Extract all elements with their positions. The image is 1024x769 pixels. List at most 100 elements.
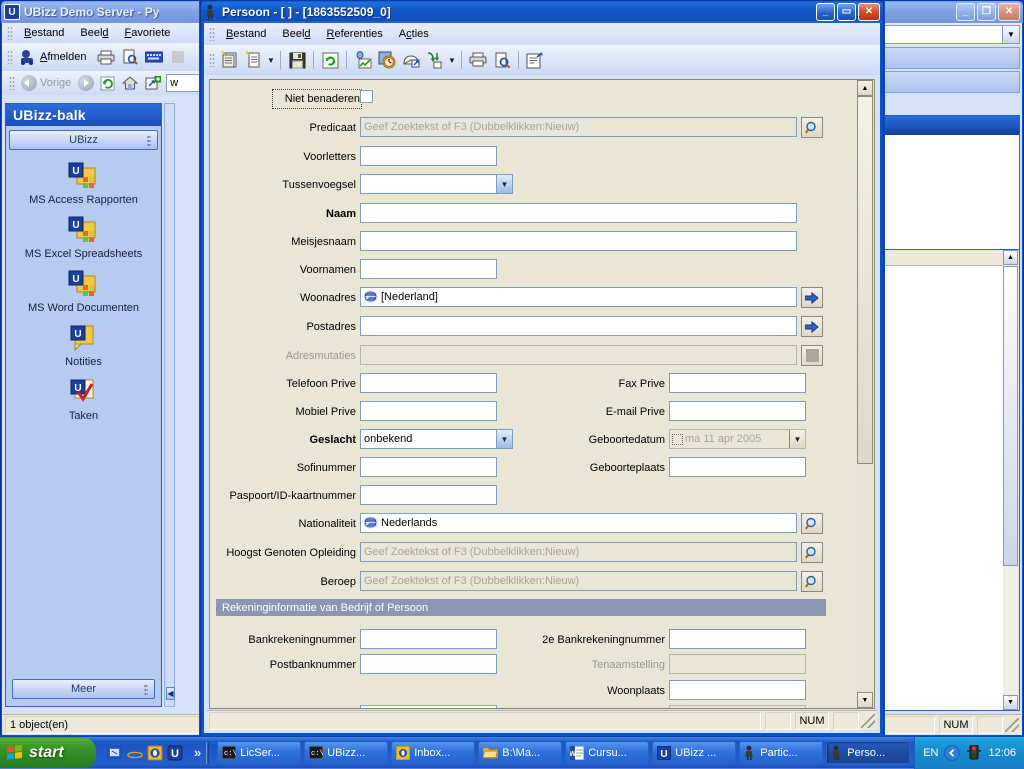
checkbox-geboortedatum[interactable] bbox=[672, 433, 683, 445]
chevron-down-icon[interactable]: ▼ bbox=[496, 175, 512, 193]
vscroll-up-arrow[interactable]: ▲ bbox=[1003, 250, 1018, 265]
task-button-ubizz-console[interactable]: c:\ UBizz... bbox=[304, 741, 389, 764]
print-icon[interactable] bbox=[467, 49, 489, 71]
form-scroll-down-arrow[interactable]: ▼ bbox=[857, 692, 873, 708]
start-button[interactable]: start bbox=[0, 737, 96, 768]
form-scroll-thumb[interactable] bbox=[857, 96, 873, 464]
chevron-down-icon[interactable]: ▼ bbox=[1002, 25, 1019, 43]
menu-referenties[interactable]: Referenties bbox=[319, 26, 391, 42]
persoon-toolbar-grip-icon[interactable] bbox=[209, 53, 215, 67]
persoon-titlebar[interactable]: Persoon - [ ] - [1863552509_0] _ ▭ ✕ bbox=[201, 1, 883, 23]
task-button-persoon[interactable]: Perso... bbox=[826, 741, 911, 764]
persoon-window-buttons[interactable]: _ ▭ ✕ bbox=[816, 3, 880, 21]
lookup-button-predicaat[interactable] bbox=[801, 117, 823, 138]
maximize-button[interactable]: ▭ bbox=[837, 3, 856, 21]
chevron-down-icon[interactable]: ▼ bbox=[496, 430, 512, 448]
vscroll-thumb[interactable] bbox=[1003, 266, 1018, 566]
input-fax-prive[interactable] bbox=[669, 373, 806, 393]
logout-icon[interactable] bbox=[17, 46, 39, 68]
list-resize-grip-icon[interactable] bbox=[1005, 717, 1019, 732]
show-hidden-icon[interactable] bbox=[944, 744, 961, 761]
system-tray[interactable]: EN 12:06 bbox=[914, 736, 1024, 769]
clock-icon[interactable] bbox=[376, 49, 398, 71]
mail-send-icon[interactable] bbox=[400, 49, 422, 71]
persoon-toolbar[interactable]: ▼ ▼ bbox=[204, 45, 880, 75]
task-button-inbox[interactable]: Inbox... bbox=[391, 741, 476, 764]
goto-button-postadres[interactable] bbox=[801, 316, 823, 337]
new-dropdown-arrow-icon[interactable]: ▼ bbox=[266, 56, 276, 65]
navbar-grip-icon[interactable] bbox=[9, 76, 15, 90]
input-voornamen[interactable] bbox=[360, 259, 497, 279]
datepicker-geboortedatum[interactable]: ma 11 apr 2005 ▼ bbox=[669, 429, 806, 449]
goto-button-woonadres[interactable] bbox=[801, 287, 823, 308]
print-preview-icon[interactable] bbox=[119, 46, 141, 68]
sidebar-more-button[interactable]: Meer bbox=[12, 679, 155, 699]
input-woonplaats[interactable] bbox=[669, 680, 806, 700]
task-button-ubizz[interactable]: U UBizz ... bbox=[652, 741, 737, 764]
menu-bestand[interactable]: BBestandestand bbox=[16, 25, 72, 41]
checkbox-niet-benaderen[interactable] bbox=[360, 90, 373, 103]
traffic-light-icon[interactable] bbox=[966, 744, 982, 761]
task-button-list[interactable]: c:\ LicSer... c:\ UBizz... Inbox... B:\M… bbox=[217, 741, 913, 764]
lookup-button-nationaliteit[interactable] bbox=[801, 513, 823, 534]
chart-icon[interactable] bbox=[352, 49, 374, 71]
input-hoogst-genoten-opleiding[interactable]: Geef Zoektekst of F3 (Dubbelklikken:Nieu… bbox=[360, 542, 797, 562]
combo-tussenvoegsel[interactable]: ▼ bbox=[360, 174, 513, 194]
input-meisjesnaam[interactable] bbox=[360, 231, 797, 251]
task-button-cursus[interactable]: W Cursu... bbox=[565, 741, 650, 764]
save-icon[interactable] bbox=[286, 49, 308, 71]
desktop-icon[interactable] bbox=[106, 744, 124, 762]
quick-launch-bar[interactable]: e U » bbox=[102, 741, 217, 764]
sidebar-item-notities[interactable]: U Notities bbox=[10, 324, 157, 368]
sidebar-collapse-handle[interactable]: ◀ bbox=[164, 103, 175, 707]
close-button[interactable]: ✕ bbox=[998, 3, 1020, 21]
outlook-icon[interactable] bbox=[146, 744, 164, 762]
vscroll-down-arrow[interactable]: ▼ bbox=[1003, 695, 1018, 710]
input-voorletters[interactable] bbox=[360, 146, 497, 166]
menu-acties[interactable]: Acties bbox=[391, 26, 437, 42]
persoon-window[interactable]: Persoon - [ ] - [1863552509_0] _ ▭ ✕ Bes… bbox=[200, 0, 884, 737]
input-sofinummer[interactable] bbox=[360, 457, 497, 477]
input-mobiel-prive[interactable] bbox=[360, 401, 497, 421]
print-icon[interactable] bbox=[95, 46, 117, 68]
input-postbanknummer[interactable] bbox=[360, 654, 497, 674]
sidebar-item-ms-excel-spreadsheets[interactable]: U MS Excel Spreadsheets bbox=[10, 216, 157, 260]
menu-beeld[interactable]: Beeld bbox=[72, 25, 116, 41]
toolbar-extra-icon[interactable] bbox=[167, 46, 189, 68]
ubizz-icon[interactable]: U bbox=[166, 744, 184, 762]
minimize-button[interactable]: _ bbox=[816, 3, 835, 21]
input-geboorteplaats[interactable] bbox=[669, 457, 806, 477]
sidebar-item-taken[interactable]: U Taken bbox=[10, 378, 157, 422]
move-to-icon[interactable] bbox=[424, 49, 446, 71]
input-beroep[interactable]: Geef Zoektekst of F3 (Dubbelklikken:Nieu… bbox=[360, 571, 797, 591]
quicklaunch-overflow-button[interactable]: » bbox=[194, 745, 201, 760]
form-scroll-track[interactable] bbox=[857, 464, 874, 692]
persoon-menubar-grip-icon[interactable] bbox=[209, 27, 215, 41]
move-dropdown-arrow-icon[interactable]: ▼ bbox=[447, 56, 457, 65]
menubar-grip-icon[interactable] bbox=[7, 26, 13, 40]
input-email-prive[interactable] bbox=[669, 401, 806, 421]
close-button[interactable]: ✕ bbox=[858, 3, 880, 21]
home-icon[interactable] bbox=[120, 73, 140, 93]
detail-pane-vscrollbar[interactable]: ▲ ▼ bbox=[1003, 250, 1019, 710]
input-paspoort-id-kaartnummer[interactable] bbox=[360, 485, 497, 505]
menu-beeld[interactable]: Beeld bbox=[274, 26, 318, 42]
input-telefoon-prive[interactable] bbox=[360, 373, 497, 393]
form-scroll-up-arrow[interactable]: ▲ bbox=[857, 80, 873, 96]
lookup-button-hoogst-genoten-opleiding[interactable] bbox=[801, 542, 823, 563]
sidebar-item-ms-access-rapporten[interactable]: U MS Access Rapporten bbox=[10, 162, 157, 206]
input-nationaliteit[interactable]: Nederlands bbox=[360, 513, 797, 533]
new-record-icon[interactable] bbox=[219, 49, 241, 71]
logout-label[interactable]: Afmelden bbox=[40, 51, 86, 63]
input-2e-postbanknummer[interactable] bbox=[360, 705, 497, 708]
restore-button[interactable]: ❐ bbox=[977, 3, 996, 21]
persoon-resize-grip-icon[interactable] bbox=[861, 713, 875, 728]
menu-bestand[interactable]: Bestand bbox=[218, 26, 274, 42]
internet-explorer-icon[interactable]: e bbox=[126, 744, 144, 762]
back-button[interactable]: Vorige bbox=[21, 75, 71, 91]
new-window-icon[interactable] bbox=[143, 73, 163, 93]
collapse-arrow-icon[interactable]: ◀ bbox=[166, 687, 175, 700]
task-button-licser[interactable]: c:\ LicSer... bbox=[217, 741, 302, 764]
combo-geslacht[interactable]: onbekend ▼ bbox=[360, 429, 513, 449]
print-preview-icon[interactable] bbox=[491, 49, 513, 71]
